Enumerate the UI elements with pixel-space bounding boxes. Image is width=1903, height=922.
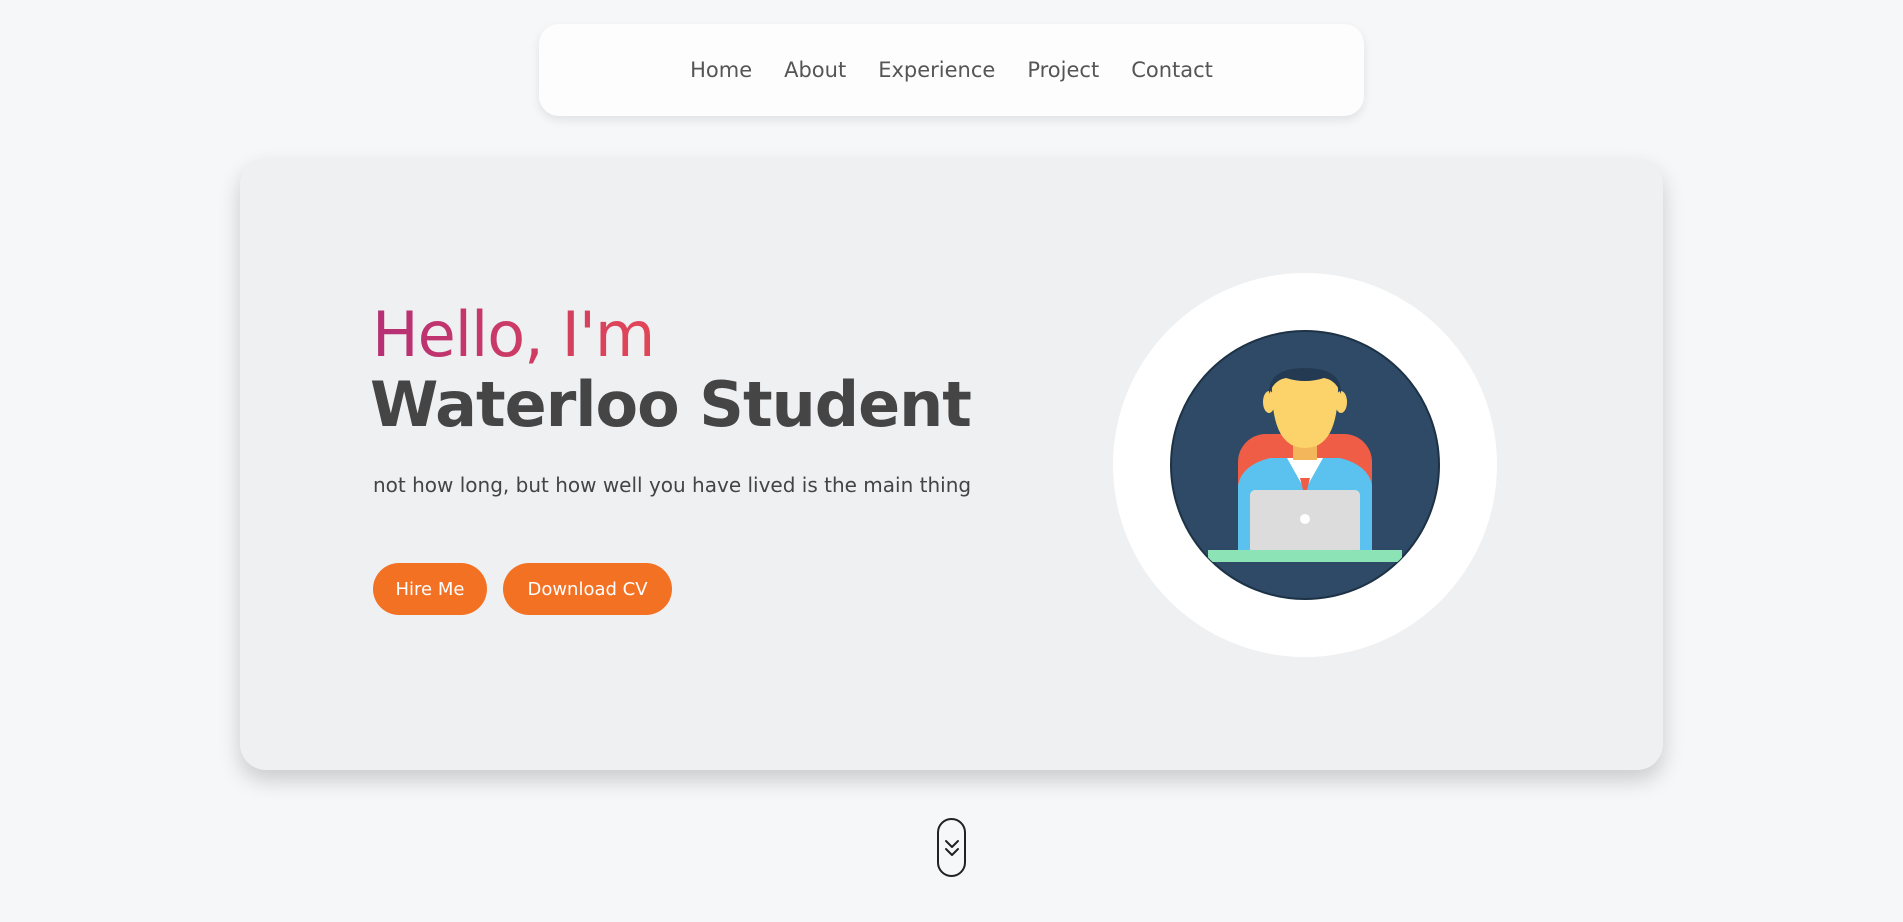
hero-tagline: not how long, but how well you have live… (373, 473, 972, 497)
hero-card: Hello, I'm Waterloo Student not how long… (240, 159, 1663, 770)
chevrons-down-icon (944, 839, 959, 856)
scroll-down-button[interactable] (937, 818, 966, 877)
navbar: Home About Experience Project Contact (539, 24, 1364, 116)
download-cv-button[interactable]: Download CV (503, 563, 672, 615)
nav-item-about[interactable]: About (784, 58, 846, 82)
avatar-ring (1113, 273, 1497, 657)
hero-name: Waterloo Student (370, 368, 972, 441)
developer-avatar-icon (1170, 330, 1440, 600)
hero-greeting: Hello, I'm (372, 298, 655, 371)
nav-item-experience[interactable]: Experience (878, 58, 995, 82)
nav-list: Home About Experience Project Contact (690, 58, 1213, 82)
hire-me-button[interactable]: Hire Me (373, 563, 487, 615)
nav-item-home[interactable]: Home (690, 58, 752, 82)
nav-item-project[interactable]: Project (1027, 58, 1099, 82)
nav-item-contact[interactable]: Contact (1131, 58, 1213, 82)
